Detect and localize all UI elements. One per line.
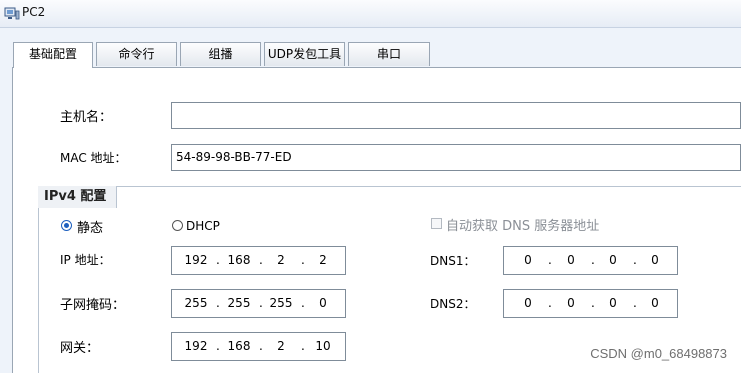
tab-basic-config[interactable]: 基础配置: [13, 42, 93, 68]
dhcp-radio[interactable]: [172, 220, 183, 231]
dns1-octet-1: 0: [524, 253, 532, 267]
dns2-octet-3: 0: [609, 296, 617, 310]
tab-command-line[interactable]: 命令行: [96, 42, 177, 66]
ip-address-input[interactable]: 192 . 168 . 2 . 2: [171, 246, 346, 275]
dns2-input[interactable]: 0 . 0 . 0 . 0: [503, 289, 678, 318]
mask-octet-2: 255: [227, 296, 251, 310]
tab-udp-tool[interactable]: UDP发包工具: [264, 42, 345, 66]
auto-dns-label: 自动获取 DNS 服务器地址: [446, 219, 600, 234]
ip-octet-1: 192: [184, 253, 208, 267]
dns1-octet-3: 0: [609, 253, 617, 267]
title-bar: PC2: [0, 0, 741, 28]
auto-dns-checkbox[interactable]: [431, 218, 442, 229]
gateway-octet-4: 10: [315, 339, 331, 353]
watermark-text: CSDN @m0_68498873: [590, 346, 727, 361]
mac-label: MAC 地址：: [60, 151, 127, 165]
dns2-octet-4: 0: [651, 296, 659, 310]
static-label: 静态: [77, 221, 104, 236]
hostname-label: 主机名：: [60, 110, 113, 125]
dns1-octet-4: 0: [651, 253, 659, 267]
subnet-mask-input[interactable]: 255 . 255 . 255 . 0: [171, 289, 346, 318]
dns2-octet-1: 0: [524, 296, 532, 310]
ipv4-group-title: IPv4 配置: [38, 186, 118, 208]
gateway-octet-1: 192: [184, 339, 208, 353]
ip-octet-2: 168: [227, 253, 251, 267]
tab-multicast[interactable]: 组播: [180, 42, 261, 66]
dns2-octet-2: 0: [567, 296, 575, 310]
tab-serial[interactable]: 串口: [348, 42, 430, 66]
dns1-input[interactable]: 0 . 0 . 0 . 0: [503, 246, 678, 275]
mask-octet-3: 255: [269, 296, 293, 310]
ipv4-group: [38, 186, 741, 373]
static-radio[interactable]: [61, 220, 72, 231]
dns2-label: DNS2：: [430, 297, 476, 311]
hostname-field[interactable]: [171, 102, 741, 129]
gateway-label: 网关：: [60, 341, 100, 356]
pc-icon: [4, 5, 20, 21]
mask-octet-4: 0: [319, 296, 327, 310]
dhcp-label: DHCP: [186, 219, 220, 233]
mac-field[interactable]: 54-89-98-BB-77-ED: [171, 144, 741, 171]
ip-octet-3: 2: [277, 253, 285, 267]
dns1-label: DNS1：: [430, 254, 476, 268]
mask-label: 子网掩码：: [60, 298, 126, 313]
ip-octet-4: 2: [319, 253, 327, 267]
mask-octet-1: 255: [184, 296, 208, 310]
gateway-octet-3: 2: [277, 339, 285, 353]
gateway-octet-2: 168: [227, 339, 251, 353]
gateway-input[interactable]: 192 . 168 . 2 . 10: [171, 332, 346, 361]
window-title: PC2: [22, 5, 46, 19]
dns1-octet-2: 0: [567, 253, 575, 267]
ip-label: IP 地址：: [60, 253, 111, 267]
